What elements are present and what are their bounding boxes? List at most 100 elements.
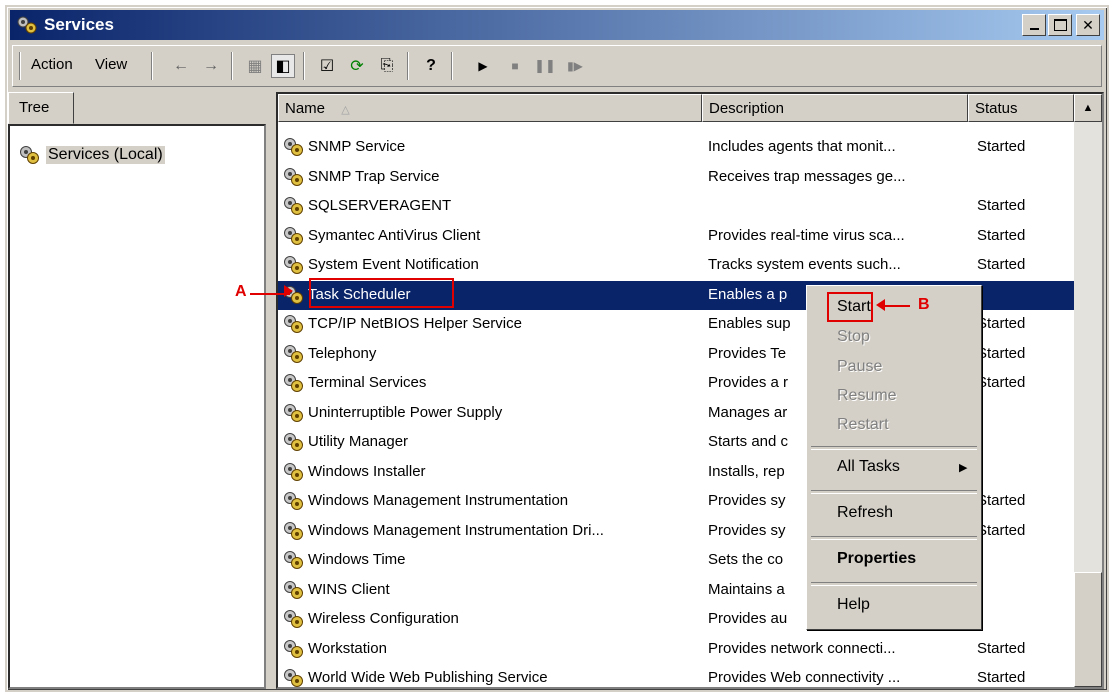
tree-node-label: Services (Local) — [46, 146, 165, 164]
annotation-b-arrow — [884, 305, 910, 307]
title-bar[interactable]: Services ✕ — [10, 10, 1104, 40]
service-icon — [284, 374, 303, 392]
service-name: SNMP Trap Service — [308, 167, 440, 185]
service-icon — [284, 197, 303, 215]
service-icon — [284, 639, 303, 658]
service-description: Provides Web connectivity ... — [708, 669, 901, 686]
view-menu[interactable]: View — [95, 56, 127, 73]
table-row[interactable]: SNMP Trap Service Receives trap messages … — [278, 163, 1074, 192]
service-icon — [284, 669, 303, 687]
service-name: Utility Manager — [308, 433, 409, 450]
menu-separator — [811, 490, 977, 494]
refresh-icon[interactable]: ⟳ — [345, 54, 369, 78]
service-name: WINS Client — [308, 580, 390, 598]
services-icon — [20, 146, 39, 164]
menu-item-restart[interactable]: Restart — [837, 416, 889, 434]
annotation-a-label: A — [235, 283, 247, 300]
column-header-name-label: Name — [285, 100, 326, 117]
service-status: Started — [977, 344, 1026, 362]
service-status: Started — [977, 197, 1026, 214]
service-icon — [284, 315, 303, 333]
submenu-arrow-icon: ▶ — [959, 462, 968, 474]
menu-item-refresh[interactable]: Refresh — [837, 504, 893, 522]
export-list-icon[interactable]: ⎘ — [375, 54, 399, 78]
tree-pane: Services (Local) — [8, 124, 266, 689]
annotation-a-highlight-box — [309, 278, 454, 308]
service-name: TCP/IP NetBIOS Helper Service — [308, 315, 522, 332]
tree-node-services-local[interactable]: Services (Local) — [18, 144, 165, 166]
menu-item-stop[interactable]: Stop — [837, 328, 870, 346]
service-name: Windows Time — [308, 551, 406, 568]
menu-item-pause[interactable]: Pause — [837, 358, 882, 376]
minimize-icon — [1029, 28, 1039, 30]
service-status: Started — [977, 374, 1026, 391]
menu-separator — [811, 446, 977, 450]
toolbar-grip — [19, 52, 21, 80]
column-header-description[interactable]: Description — [702, 94, 968, 122]
minimize-button[interactable] — [1022, 14, 1046, 36]
service-name: Windows Management Instrumentation Dri..… — [308, 521, 604, 539]
service-description: Includes agents that monit... — [708, 138, 896, 155]
scroll-up-button[interactable]: ▲ — [1074, 94, 1102, 122]
service-icon — [284, 551, 303, 569]
service-name: System Event Notification — [308, 256, 479, 273]
service-name: Windows Installer — [308, 462, 426, 480]
toolbar-separator — [451, 52, 453, 80]
annotation-a-arrowhead — [284, 285, 293, 297]
service-description: Provides network connecti... — [708, 639, 896, 657]
show-hide-tree-icon[interactable]: ◧ — [271, 54, 295, 78]
service-status: Started — [977, 639, 1026, 657]
action-menu[interactable]: Action — [31, 56, 73, 73]
table-row[interactable]: World Wide Web Publishing Service Provide… — [278, 664, 1074, 687]
forward-icon[interactable]: → — [199, 54, 223, 78]
table-row[interactable]: SQLSERVERAGENT Started — [278, 192, 1074, 221]
up-icon[interactable]: ▦ — [243, 54, 267, 78]
service-status: Started — [977, 315, 1026, 332]
service-name: SNMP Service — [308, 138, 406, 155]
properties-icon[interactable]: ☑ — [315, 54, 339, 78]
service-status: Started — [977, 521, 1026, 539]
stop-icon[interactable]: ■ — [503, 54, 527, 78]
close-button[interactable]: ✕ — [1076, 14, 1100, 36]
column-header-name[interactable]: Name △ — [278, 94, 702, 122]
service-icon — [284, 610, 303, 628]
tree-tab[interactable]: Tree — [8, 92, 74, 124]
help-icon[interactable]: ? — [419, 54, 443, 78]
play-icon[interactable]: ▶ — [471, 54, 495, 78]
service-status: Started — [977, 256, 1026, 273]
table-row[interactable]: Workstation Provides network connecti... S… — [278, 635, 1074, 664]
vertical-scrollbar[interactable]: ▲ — [1074, 94, 1102, 687]
table-row[interactable]: Symantec AntiVirus Client Provides real-t… — [278, 222, 1074, 251]
service-name: Windows Management Instrumentation — [308, 492, 569, 509]
maximize-icon — [1053, 19, 1067, 31]
service-name: Wireless Configuration — [308, 610, 459, 627]
column-header-status[interactable]: Status — [968, 94, 1074, 122]
service-icon — [284, 403, 303, 422]
menu-item-all-tasks[interactable]: All Tasks — [837, 458, 900, 476]
toolbar-separator — [231, 52, 233, 80]
context-menu: Start Stop Pause Resume Restart All Task… — [806, 285, 982, 630]
service-name: Workstation — [308, 639, 387, 657]
maximize-button[interactable] — [1048, 14, 1072, 36]
resume-icon[interactable]: ▮▶ — [563, 54, 587, 78]
service-icon — [284, 167, 303, 186]
scroll-up-icon: ▲ — [1082, 102, 1094, 114]
close-icon: ✕ — [1082, 16, 1094, 33]
menu-item-resume[interactable]: Resume — [837, 387, 897, 405]
service-status: Started — [977, 226, 1026, 244]
service-status: Started — [977, 669, 1026, 686]
pause-icon[interactable]: ❚❚ — [533, 54, 557, 78]
table-row[interactable]: System Event Notification Tracks system e… — [278, 251, 1074, 280]
service-icon — [284, 492, 303, 510]
scroll-thumb[interactable] — [1074, 572, 1102, 687]
menu-item-properties[interactable]: Properties — [837, 550, 916, 568]
annotation-b-highlight-box — [827, 292, 873, 322]
service-icon — [284, 433, 303, 451]
menu-item-help[interactable]: Help — [837, 596, 870, 614]
back-icon[interactable]: ← — [169, 54, 193, 78]
service-description: Provides real-time virus sca... — [708, 226, 905, 244]
service-description: Receives trap messages ge... — [708, 167, 906, 185]
table-row[interactable]: SNMP Service Includes agents that monit..… — [278, 133, 1074, 162]
service-icon — [284, 344, 303, 363]
services-icon — [17, 16, 37, 34]
